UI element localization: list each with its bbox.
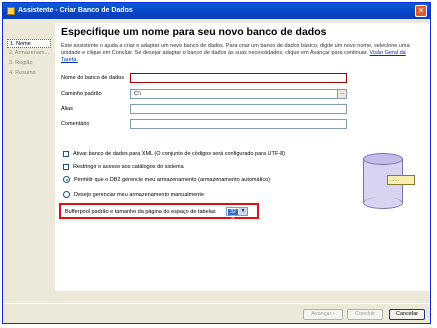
title-bar[interactable]: Assistente - Criar Banco de Dados ✕ bbox=[3, 3, 430, 19]
default-path-value: C:\ bbox=[134, 91, 142, 97]
bufferpool-highlight: Bufferpool padrão e tamanho da página do… bbox=[59, 203, 259, 221]
step-regiao[interactable]: 3. Região bbox=[7, 59, 51, 68]
database-tag-icon: …… bbox=[387, 175, 415, 185]
auto-storage-radio[interactable] bbox=[63, 176, 70, 184]
content-panel: Especifique um nome para seu novo banco … bbox=[55, 23, 430, 291]
wizard-window: Assistente - Criar Banco de Dados ✕ 1. N… bbox=[2, 2, 431, 324]
manual-storage-label: Desejo gerenciar meu armazenamento manua… bbox=[74, 192, 204, 198]
default-path-label: Caminho padrão bbox=[61, 91, 102, 97]
step-armazenamento[interactable]: 2. Armazenam... bbox=[7, 49, 51, 58]
browse-button[interactable]: ... bbox=[337, 90, 346, 98]
alias-input[interactable] bbox=[130, 104, 347, 114]
wizard-footer: Avançar › Concluir Cancelar bbox=[3, 303, 430, 323]
manual-storage-radio[interactable] bbox=[63, 191, 70, 199]
bufferpool-label: Bufferpool padrão e tamanho da página do… bbox=[65, 209, 216, 215]
xml-checkbox[interactable] bbox=[63, 150, 69, 157]
restrict-checkbox-label: Restringir o acesso aos catálogos do sis… bbox=[73, 164, 184, 170]
restrict-option[interactable]: Restringir o acesso aos catálogos do sis… bbox=[63, 163, 184, 171]
bufferpool-value: 32 K bbox=[228, 209, 238, 221]
app-icon bbox=[7, 7, 15, 15]
comment-input[interactable] bbox=[130, 119, 347, 129]
manual-storage-option[interactable]: Desejo gerenciar meu armazenamento manua… bbox=[63, 191, 204, 199]
window-title: Assistente - Criar Banco de Dados bbox=[18, 7, 133, 14]
auto-storage-label: Permitir que o DB2 gerencie meu armazena… bbox=[74, 177, 270, 183]
cancel-button[interactable]: Cancelar bbox=[389, 309, 425, 320]
restrict-checkbox[interactable] bbox=[63, 163, 69, 170]
db-name-input[interactable] bbox=[130, 73, 347, 83]
chevron-down-icon[interactable]: ▼ bbox=[239, 208, 247, 215]
wizard-steps-nav: 1. Nome 2. Armazenam... 3. Região 4. Res… bbox=[7, 23, 51, 291]
comment-label: Comentário bbox=[61, 121, 90, 127]
next-button[interactable]: Avançar › bbox=[303, 309, 343, 320]
close-button[interactable]: ✕ bbox=[415, 5, 427, 17]
xml-checkbox-label: Ativar banco de dados para XML (O conjun… bbox=[73, 151, 285, 157]
bufferpool-select[interactable]: 32 K ▼ bbox=[226, 207, 248, 221]
xml-option[interactable]: Ativar banco de dados para XML (O conjun… bbox=[63, 150, 285, 158]
page-title: Especifique um nome para seu novo banco … bbox=[61, 26, 327, 38]
finish-button[interactable]: Concluir bbox=[347, 309, 383, 320]
intro-paragraph: Este assistente o ajuda a criar e adapta… bbox=[61, 43, 410, 56]
default-path-input[interactable]: C:\ ... bbox=[130, 89, 347, 99]
intro-text: Este assistente o ajuda a criar e adapta… bbox=[61, 43, 423, 64]
step-resumo[interactable]: 4. Resumo bbox=[7, 69, 51, 78]
auto-storage-option[interactable]: Permitir que o DB2 gerencie meu armazena… bbox=[63, 176, 270, 184]
step-nome[interactable]: 1. Nome bbox=[7, 39, 51, 48]
db-name-label: Nome do banco de dados bbox=[61, 75, 124, 81]
alias-label: Alias bbox=[61, 106, 73, 112]
